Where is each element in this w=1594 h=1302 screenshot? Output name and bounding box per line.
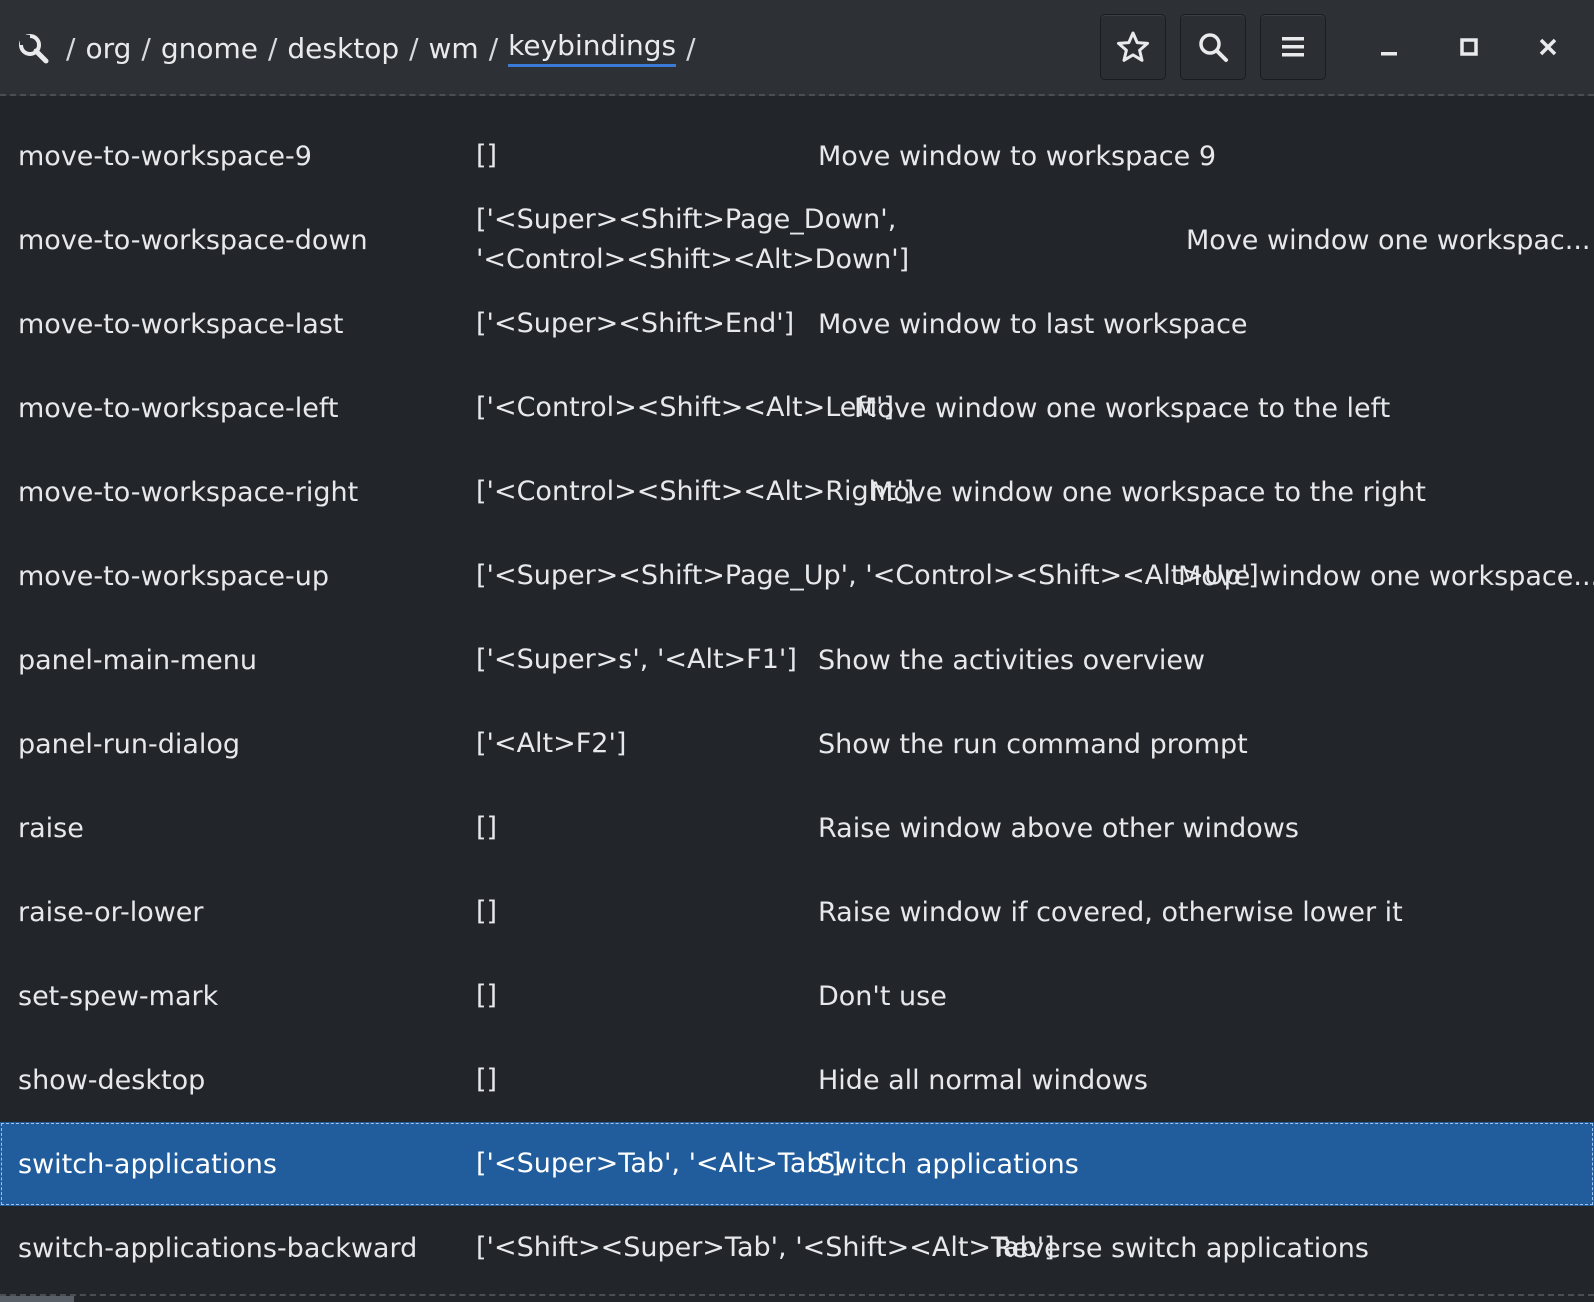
key-name: panel-main-menu	[18, 644, 257, 676]
menu-button[interactable]	[1260, 14, 1326, 80]
key-name: move-to-workspace-right	[18, 476, 359, 508]
hamburger-menu-icon	[1282, 37, 1304, 57]
path-segment-desktop[interactable]: desktop	[287, 32, 399, 65]
minimize-icon	[1381, 52, 1397, 56]
path-separator: /	[488, 31, 499, 65]
list-row-selected[interactable]: switch-applications ['<Super>Tab', '<Alt…	[0, 1122, 1594, 1206]
horizontal-scrollbar[interactable]	[0, 1296, 74, 1302]
key-description: Move window one workspace...	[1178, 560, 1594, 592]
keys-list: move-to-workspace-9 [] Move window to wo…	[0, 98, 1594, 1294]
path-separator: /	[267, 31, 278, 65]
path-segment-gnome[interactable]: gnome	[161, 32, 258, 65]
key-value: ['<Control><Shift><Alt>Right']	[476, 476, 915, 507]
maximize-button[interactable]	[1442, 20, 1496, 74]
list-row[interactable]: show-desktop [] Hide all normal windows	[0, 1038, 1594, 1122]
key-name: move-to-workspace-left	[18, 392, 339, 424]
key-name: raise-or-lower	[18, 896, 204, 928]
search-button[interactable]	[1180, 14, 1246, 80]
list-row[interactable]: switch-applications-backward ['<Shift><S…	[0, 1206, 1594, 1290]
path-segment-keybindings[interactable]: keybindings	[508, 29, 677, 67]
path-separator: /	[66, 31, 76, 65]
path-segment-org[interactable]: org	[85, 32, 131, 65]
key-name: panel-run-dialog	[18, 728, 241, 760]
key-description: Switch applications	[818, 1148, 1079, 1180]
key-value: []	[476, 140, 498, 171]
list-bottom-edge	[0, 1294, 1594, 1302]
key-name: set-spew-mark	[18, 980, 219, 1012]
header-bar: / org / gnome / desktop / wm / keybindin…	[0, 0, 1594, 96]
key-value: ['<Shift><Super>Tab', '<Shift><Alt>Tab']	[476, 1232, 1055, 1263]
key-description: Raise window if covered, otherwise lower…	[818, 896, 1403, 928]
key-name: move-to-workspace-down	[18, 224, 368, 256]
list-row[interactable]: raise [] Raise window above other window…	[0, 786, 1594, 870]
key-description: Don't use	[818, 980, 947, 1012]
list-row[interactable]: raise-or-lower [] Raise window if covere…	[0, 870, 1594, 954]
key-value: []	[476, 1064, 498, 1095]
key-value-line: ['<Super><Shift>Page_Down',	[476, 204, 897, 235]
list-row[interactable]: move-to-workspace-last ['<Super><Shift>E…	[0, 282, 1594, 366]
key-value: ['<Control><Shift><Alt>Left']	[476, 392, 894, 423]
close-button[interactable]	[1521, 20, 1575, 74]
key-value: ['<Super>Tab', '<Alt>Tab']	[476, 1148, 842, 1179]
key-value: ['<Super><Shift>End']	[476, 308, 795, 339]
key-value: []	[476, 812, 498, 843]
key-name: switch-applications	[18, 1148, 277, 1180]
list-row[interactable]: move-to-workspace-up ['<Super><Shift>Pag…	[0, 534, 1594, 618]
minimize-button[interactable]	[1362, 20, 1416, 74]
key-name: raise	[18, 812, 84, 844]
search-icon	[1199, 33, 1228, 62]
path-separator: /	[409, 31, 419, 65]
maximize-icon	[1460, 38, 1478, 56]
key-description: Show the activities overview	[818, 644, 1206, 676]
key-value: []	[476, 896, 498, 927]
key-name: switch-applications-backward	[18, 1232, 418, 1264]
list-row[interactable]: move-to-workspace-9 [] Move window to wo…	[0, 114, 1594, 198]
list-row[interactable]: panel-run-dialog ['<Alt>F2'] Show the ru…	[0, 702, 1594, 786]
path-segment-wm[interactable]: wm	[429, 32, 479, 65]
root-path-icon[interactable]	[16, 31, 50, 65]
path-separator: /	[686, 31, 696, 65]
key-value: ['<Alt>F2']	[476, 728, 627, 759]
key-value: []	[476, 980, 498, 1011]
bookmark-button[interactable]	[1100, 14, 1166, 80]
key-description: Reverse switch applications	[994, 1232, 1369, 1264]
list-row[interactable]: move-to-workspace-left ['<Control><Shift…	[0, 366, 1594, 450]
key-value-line: '<Control><Shift><Alt>Down']	[476, 244, 910, 275]
key-description: Move window one workspace to the right	[870, 476, 1426, 508]
list-row[interactable]: panel-main-menu ['<Super>s', '<Alt>F1'] …	[0, 618, 1594, 702]
star-icon	[1117, 31, 1149, 62]
key-description: Move window to last workspace	[818, 308, 1248, 340]
key-name: move-to-workspace-up	[18, 560, 330, 592]
key-name: move-to-workspace-9	[18, 140, 312, 172]
breadcrumb: / org / gnome / desktop / wm / keybindin…	[16, 28, 706, 68]
key-value: ['<Super>s', '<Alt>F1']	[476, 644, 797, 675]
key-description: Move window to workspace 9	[818, 140, 1216, 172]
list-row[interactable]: move-to-workspace-down ['<Super><Shift>P…	[0, 198, 1594, 282]
key-description: Move window one workspac...	[1186, 224, 1591, 256]
key-value: ['<Super><Shift>Page_Up', '<Control><Shi…	[476, 560, 1259, 591]
key-description: Hide all normal windows	[818, 1064, 1148, 1096]
close-icon	[1539, 38, 1557, 56]
path-separator: /	[141, 31, 151, 65]
key-name: show-desktop	[18, 1064, 206, 1096]
key-value: ['<Super><Shift>Page_Down', '<Control><S…	[476, 198, 909, 282]
key-description: Raise window above other windows	[818, 812, 1299, 844]
list-row[interactable]: move-to-workspace-right ['<Control><Shif…	[0, 450, 1594, 534]
key-description: Move window one workspace to the left	[854, 392, 1391, 424]
list-row[interactable]: set-spew-mark [] Don't use	[0, 954, 1594, 1038]
key-name: move-to-workspace-last	[18, 308, 344, 340]
key-description: Show the run command prompt	[818, 728, 1248, 760]
